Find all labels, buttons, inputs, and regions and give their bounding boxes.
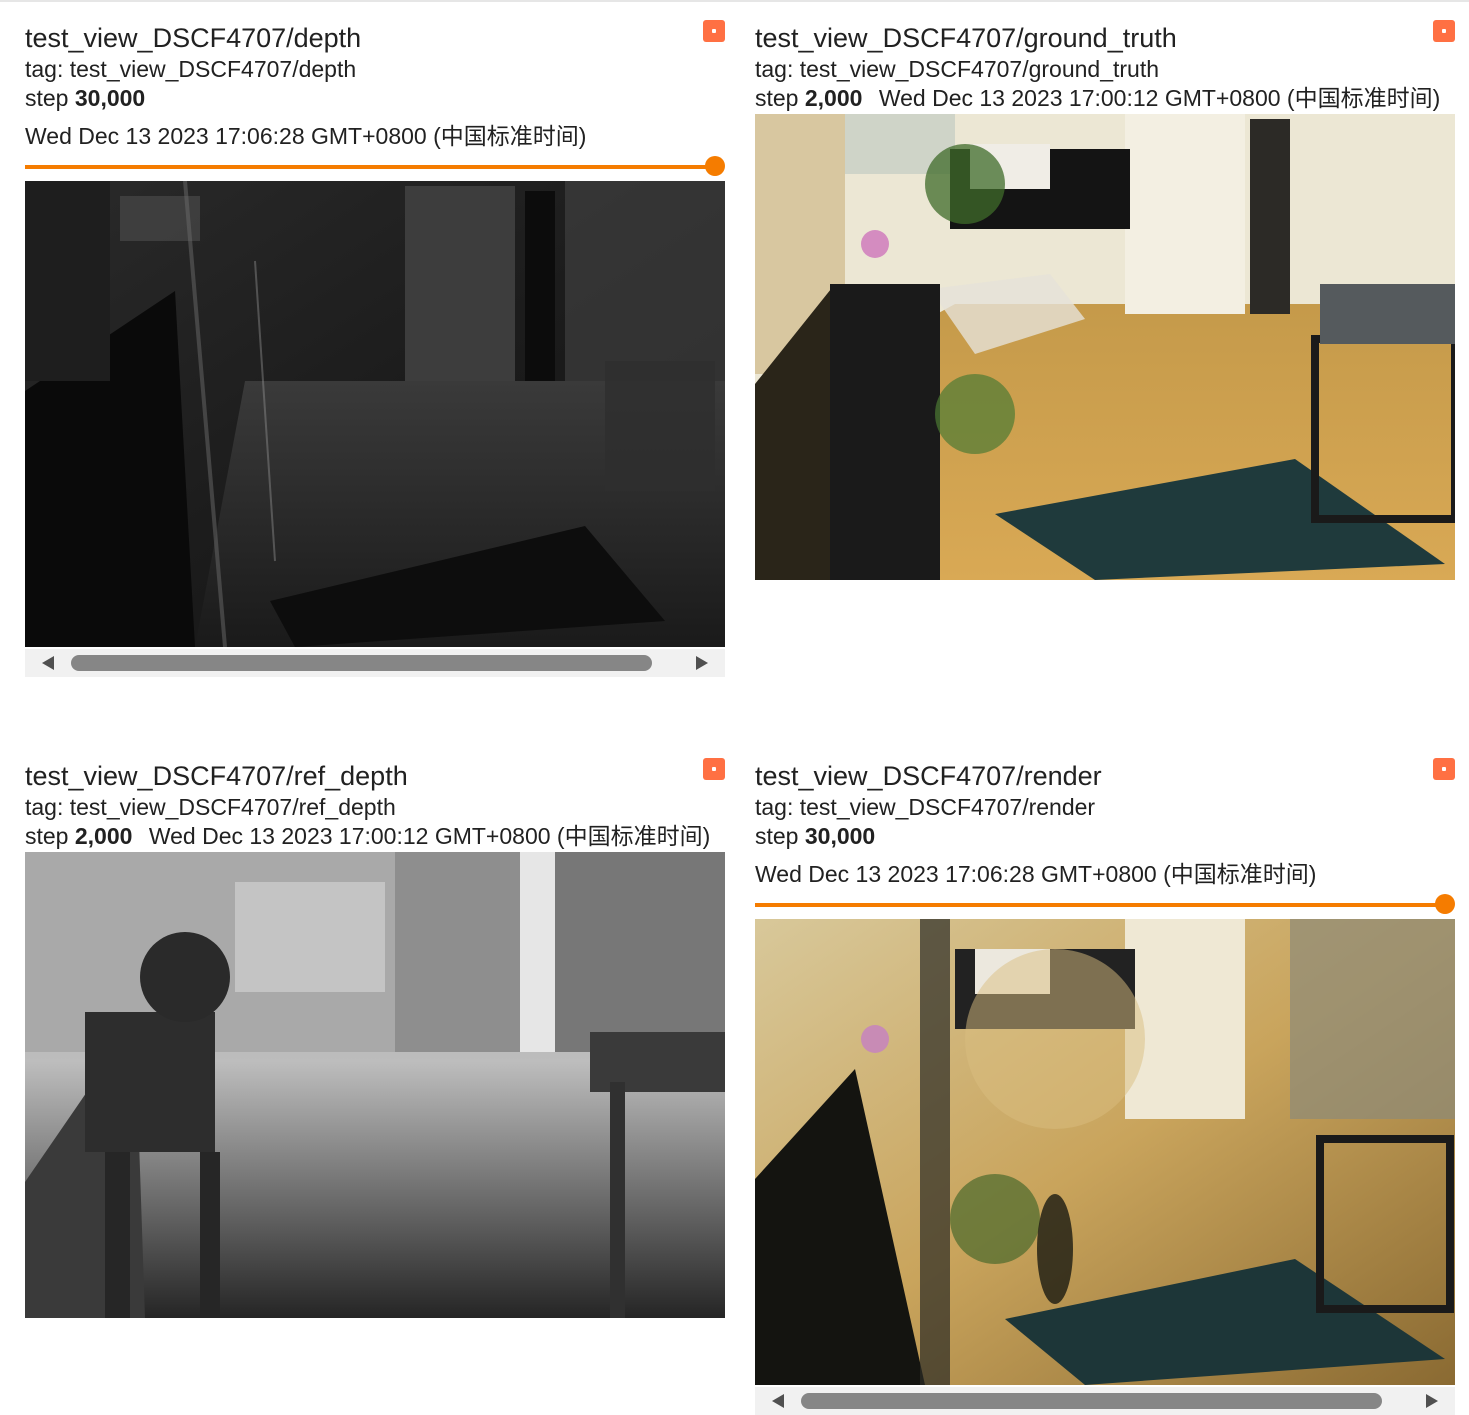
timestamp: Wed Dec 13 2023 17:06:28 GMT+0800 (中国标准时… [755, 861, 1317, 887]
ground-truth-image [755, 114, 1455, 580]
slider-track [25, 165, 715, 169]
scrollbar-thumb[interactable] [71, 655, 652, 671]
step-label: step [25, 85, 69, 111]
image-card-render: test_view_DSCF4707/render tag: test_view… [755, 738, 1455, 1415]
card-title: test_view_DSCF4707/render [755, 761, 1102, 791]
image-card-depth: test_view_DSCF4707/depth tag: test_view_… [25, 0, 725, 680]
expand-icon[interactable] [703, 20, 725, 42]
card-tag: tag: test_view_DSCF4707/ref_depth [25, 794, 396, 820]
step-value: 2,000 [74, 823, 133, 849]
step-info: step 30,000 [25, 85, 145, 111]
step-value: 30,000 [804, 823, 876, 849]
image-card-ground-truth: test_view_DSCF4707/ground_truth tag: tes… [755, 0, 1455, 590]
depth-image [25, 181, 725, 647]
arrow-right-icon[interactable] [1426, 1394, 1438, 1408]
arrow-left-icon[interactable] [772, 1394, 784, 1408]
card-tag: tag: test_view_DSCF4707/render [755, 794, 1096, 820]
step-label: step [755, 85, 799, 111]
timestamp: Wed Dec 13 2023 17:00:12 GMT+0800 (中国标准时… [148, 823, 711, 849]
card-title: test_view_DSCF4707/ground_truth [755, 23, 1177, 53]
step-info: step 30,000 [755, 823, 875, 849]
card-tag: tag: test_view_DSCF4707/ground_truth [755, 56, 1160, 82]
card-title: test_view_DSCF4707/ref_depth [25, 761, 408, 791]
card-tag: tag: test_view_DSCF4707/depth [25, 56, 357, 82]
step-label: step [755, 823, 799, 849]
ref-depth-image [25, 852, 725, 1318]
expand-icon[interactable] [1433, 758, 1455, 780]
render-image [755, 919, 1455, 1385]
horizontal-scrollbar[interactable] [25, 649, 725, 677]
timestamp: Wed Dec 13 2023 17:00:12 GMT+0800 (中国标准时… [878, 85, 1441, 111]
step-value: 2,000 [804, 85, 863, 111]
step-label: step [25, 823, 69, 849]
slider-track [755, 903, 1445, 907]
card-title: test_view_DSCF4707/depth [25, 23, 362, 53]
slider-thumb[interactable] [705, 156, 725, 176]
scrollbar-thumb[interactable] [801, 1393, 1382, 1409]
horizontal-scrollbar[interactable] [755, 1387, 1455, 1415]
image-card-ref-depth: test_view_DSCF4707/ref_depth tag: test_v… [25, 738, 725, 1328]
step-slider[interactable] [755, 894, 1455, 914]
step-info: step 2,000 Wed Dec 13 2023 17:00:12 GMT+… [25, 823, 710, 849]
arrow-left-icon[interactable] [42, 656, 54, 670]
step-slider[interactable] [25, 156, 725, 176]
timestamp: Wed Dec 13 2023 17:06:28 GMT+0800 (中国标准时… [25, 123, 587, 149]
expand-icon[interactable] [703, 758, 725, 780]
step-value: 30,000 [74, 85, 146, 111]
arrow-right-icon[interactable] [696, 656, 708, 670]
step-info: step 2,000 Wed Dec 13 2023 17:00:12 GMT+… [755, 85, 1440, 111]
expand-icon[interactable] [1433, 20, 1455, 42]
slider-thumb[interactable] [1435, 894, 1455, 914]
